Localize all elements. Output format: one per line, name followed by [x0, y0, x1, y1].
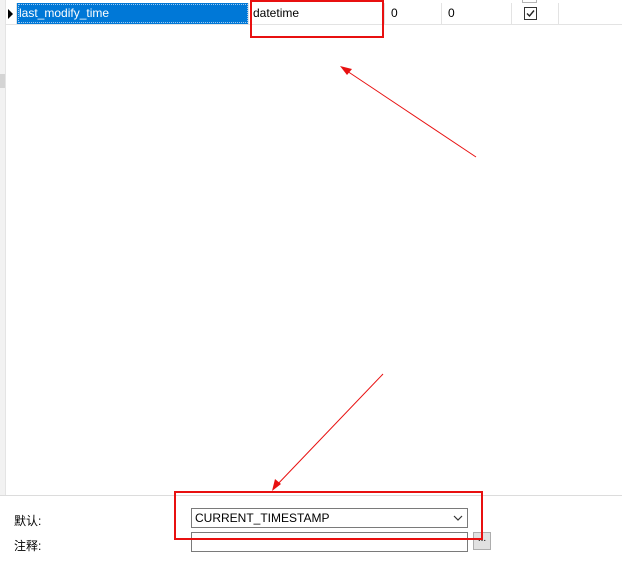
comment-label: 注释:	[14, 539, 42, 553]
comment-input[interactable]	[191, 532, 468, 552]
not-null-cell[interactable]	[512, 3, 559, 24]
field-length-cell[interactable]: 0	[385, 3, 442, 24]
field-type-cell[interactable]: datetime	[249, 3, 385, 24]
default-value-text: CURRENT_TIMESTAMP	[195, 511, 330, 525]
default-label: 默认:	[14, 514, 42, 528]
field-decimals-cell[interactable]: 0	[442, 3, 512, 24]
chevron-down-icon[interactable]	[453, 513, 463, 523]
key-cell[interactable]	[559, 3, 622, 24]
row-pointer-icon	[5, 3, 17, 24]
field-properties-panel: 默认: CURRENT_TIMESTAMP 注释: ...	[0, 496, 622, 580]
table-row[interactable]: last_modify_time datetime 0 0	[5, 3, 622, 25]
checkbox-checked-icon[interactable]	[524, 7, 537, 20]
field-grid: last_modify_time datetime 0 0	[0, 0, 622, 495]
grid-left-strip	[0, 0, 6, 495]
default-value-combobox[interactable]: CURRENT_TIMESTAMP	[191, 508, 468, 528]
grid-scroll-nub[interactable]	[0, 74, 5, 88]
comment-ellipsis-button[interactable]: ...	[473, 532, 491, 550]
field-name-cell[interactable]: last_modify_time	[17, 3, 249, 24]
